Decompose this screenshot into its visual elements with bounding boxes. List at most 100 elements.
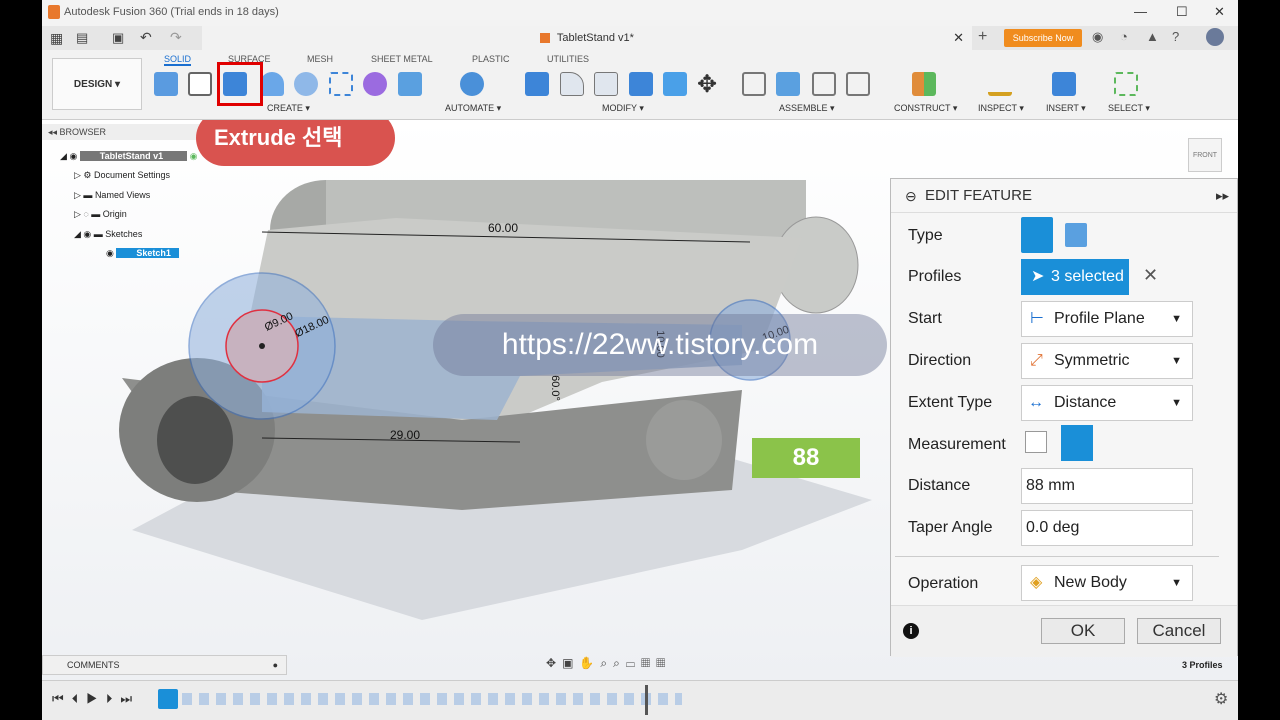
- previous-icon[interactable]: ⏴: [72, 691, 87, 706]
- distance-input[interactable]: 88 mm: [1021, 468, 1193, 504]
- apps-grid-icon[interactable]: ▦: [50, 30, 63, 47]
- document-tab[interactable]: TabletStand v1* ✕: [202, 26, 972, 50]
- dimension-angle-60[interactable]: 60.0°: [549, 375, 561, 401]
- move-icon[interactable]: ✥: [697, 70, 717, 99]
- pattern-icon[interactable]: [329, 72, 353, 96]
- visibility-icon[interactable]: ◉: [81, 229, 94, 239]
- zoom-icon[interactable]: ⌕: [600, 656, 613, 670]
- type-extrude-button[interactable]: [1021, 217, 1053, 253]
- visibility-hidden-icon[interactable]: ◌: [81, 209, 91, 219]
- browser-item-origin[interactable]: ▷ ◌ ▬ Origin: [74, 206, 127, 222]
- fillet-icon[interactable]: [560, 72, 584, 96]
- undo-icon[interactable]: ↶: [140, 29, 152, 46]
- new-tab-icon[interactable]: +: [978, 28, 987, 46]
- group-create[interactable]: CREATE ▾: [267, 103, 310, 114]
- measure-icon[interactable]: [988, 72, 1012, 96]
- save-icon[interactable]: ▣: [112, 30, 124, 46]
- next-icon[interactable]: ⏵: [106, 691, 121, 706]
- grid-icon[interactable]: ▦: [641, 656, 656, 670]
- derive-icon[interactable]: [398, 72, 422, 96]
- pan-icon[interactable]: ✋: [579, 656, 600, 670]
- timeline-controls[interactable]: ⏮⏴▶⏵⏭: [52, 691, 140, 707]
- viewports-icon[interactable]: ▦: [656, 656, 671, 670]
- browser-item-named-views[interactable]: ▷ ▬ Named Views: [74, 187, 150, 203]
- insert-image-icon[interactable]: [1052, 72, 1076, 96]
- group-modify[interactable]: MODIFY ▾: [602, 103, 644, 114]
- comments-panel[interactable]: COMMENTS ●: [42, 655, 287, 675]
- group-construct[interactable]: CONSTRUCT ▾: [894, 103, 957, 114]
- first-icon[interactable]: ⏮: [52, 691, 72, 706]
- minimize-icon[interactable]: —: [1134, 4, 1147, 19]
- operation-select[interactable]: ◈ New Body ▼: [1021, 565, 1193, 601]
- dimension-29[interactable]: 29.00: [390, 428, 420, 442]
- navigation-bar[interactable]: ✥▣✋⌕⌕▭▦▦: [546, 656, 671, 671]
- expand-icon[interactable]: ▷: [74, 209, 81, 219]
- group-inspect[interactable]: INSPECT ▾: [978, 103, 1024, 114]
- direction-select[interactable]: ⤢ Symmetric ▼: [1021, 343, 1193, 379]
- tab-utilities[interactable]: UTILITIES: [547, 54, 589, 64]
- close-icon[interactable]: ✕: [1214, 4, 1225, 20]
- revolve-icon[interactable]: [260, 72, 284, 96]
- subscribe-button[interactable]: Subscribe Now: [1004, 29, 1082, 47]
- tab-mesh[interactable]: MESH: [307, 54, 333, 64]
- group-select[interactable]: SELECT ▾: [1108, 103, 1150, 114]
- visibility-icon[interactable]: ◉: [69, 151, 79, 161]
- browser-item-document-settings[interactable]: ▷ ⚙ Document Settings: [74, 167, 170, 183]
- browser-item-root[interactable]: ◢ ◉ TabletStand v1 ◉: [60, 148, 198, 164]
- browser-item-sketch1[interactable]: ◉ Sketch1: [106, 245, 179, 261]
- new-component-icon[interactable]: [154, 72, 178, 96]
- play-icon[interactable]: ▶: [86, 691, 106, 706]
- cancel-button[interactable]: Cancel: [1137, 618, 1221, 644]
- help-icon[interactable]: ?: [1172, 29, 1179, 44]
- expand-icon[interactable]: ◢: [74, 229, 81, 239]
- viewcube[interactable]: FRONT: [1188, 138, 1222, 172]
- timeline-sketch-icon[interactable]: [158, 689, 178, 709]
- avatar[interactable]: [1206, 28, 1224, 46]
- select-window-icon[interactable]: [1114, 72, 1138, 96]
- display-icon[interactable]: ▭: [626, 656, 641, 670]
- dimension-60[interactable]: 60.00: [488, 221, 518, 235]
- measurement-option-1-icon[interactable]: [1025, 431, 1047, 453]
- gear-icon[interactable]: ⚙: [1214, 689, 1228, 709]
- combine-icon[interactable]: [663, 72, 687, 96]
- hole-icon[interactable]: [294, 72, 318, 96]
- tab-solid[interactable]: SOLID: [164, 54, 192, 66]
- automate-icon[interactable]: [460, 72, 484, 96]
- notifications-icon[interactable]: ▲: [1146, 29, 1159, 44]
- create-sketch-icon[interactable]: [188, 72, 212, 96]
- group-insert[interactable]: INSERT ▾: [1046, 103, 1086, 114]
- timeline-features[interactable]: [182, 693, 682, 705]
- tab-sheet-metal[interactable]: SHEET METAL: [371, 54, 433, 64]
- panel-header[interactable]: ⊖ EDIT FEATURE ▸▸: [891, 179, 1237, 213]
- chamfer-icon[interactable]: [594, 72, 618, 96]
- redo-icon[interactable]: ↷: [170, 29, 182, 46]
- as-built-joint-icon[interactable]: [812, 72, 836, 96]
- expand-panel-icon[interactable]: ▸▸: [1216, 179, 1229, 213]
- start-select[interactable]: ⊢ Profile Plane ▼: [1021, 301, 1193, 337]
- minus-circle-icon[interactable]: ⊖: [905, 179, 917, 213]
- active-radio-icon[interactable]: ◉: [190, 151, 198, 161]
- joint-icon[interactable]: [742, 72, 766, 96]
- offset-plane-icon[interactable]: [912, 72, 936, 96]
- expand-icon[interactable]: ◢: [60, 151, 67, 161]
- maximize-icon[interactable]: ☐: [1176, 4, 1188, 20]
- info-icon[interactable]: i: [903, 623, 919, 639]
- ok-button[interactable]: OK: [1041, 618, 1125, 644]
- group-automate[interactable]: AUTOMATE ▾: [445, 103, 501, 114]
- press-pull-icon[interactable]: [525, 72, 549, 96]
- extensions-icon[interactable]: ◉: [1092, 29, 1103, 45]
- fit-icon[interactable]: ⌕: [613, 656, 626, 670]
- visibility-icon[interactable]: ◉: [106, 248, 116, 258]
- measurement-option-2-icon[interactable]: [1061, 425, 1093, 461]
- add-comment-icon[interactable]: ●: [273, 656, 278, 674]
- workspace-switcher[interactable]: DESIGN ▾: [52, 58, 142, 110]
- last-icon[interactable]: ⏭: [120, 691, 140, 706]
- browser-item-sketches[interactable]: ◢ ◉ ▬ Sketches: [74, 226, 142, 242]
- rigid-group-icon[interactable]: [846, 72, 870, 96]
- type-thin-extrude-button[interactable]: [1065, 223, 1087, 247]
- shell-icon[interactable]: [629, 72, 653, 96]
- profiles-selector[interactable]: ➤ 3 selected: [1021, 259, 1129, 295]
- tab-plastic[interactable]: PLASTIC: [472, 54, 510, 64]
- look-at-icon[interactable]: ▣: [562, 656, 579, 670]
- file-icon[interactable]: ▤: [76, 30, 88, 46]
